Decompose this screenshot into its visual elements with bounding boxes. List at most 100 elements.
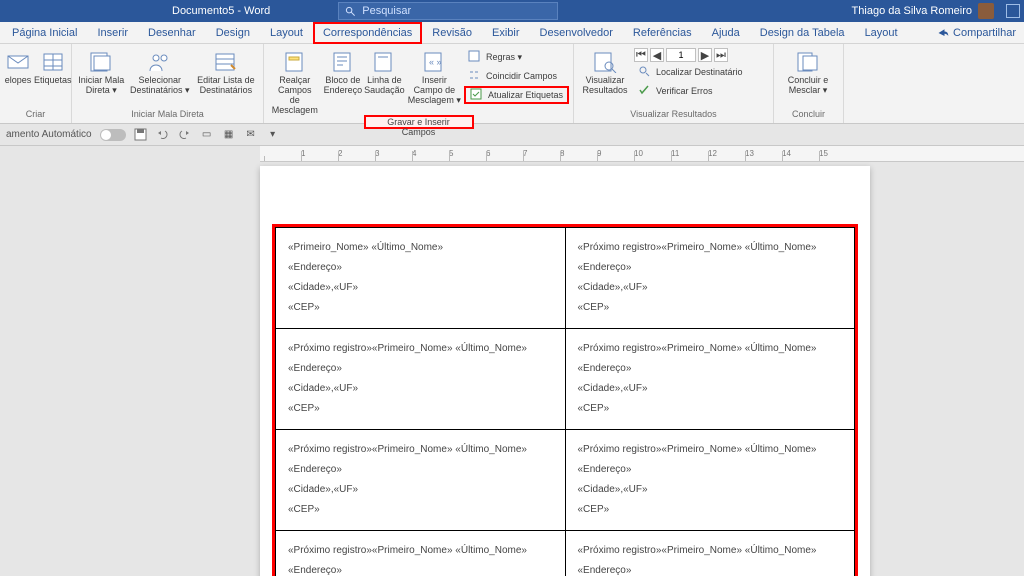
tab-revisao[interactable]: Revisão bbox=[422, 22, 482, 44]
tab-layout[interactable]: Layout bbox=[260, 22, 313, 44]
atualizar-etiquetas-button[interactable]: Atualizar Etiquetas bbox=[464, 86, 569, 104]
svg-text:« »: « » bbox=[429, 57, 442, 67]
merge-field-line: «CEP» bbox=[578, 500, 843, 520]
horizontal-ruler[interactable]: 123456789101112131415 bbox=[260, 146, 1024, 162]
merge-field-line: «Cidade»,«UF» bbox=[578, 379, 843, 399]
localizar-label: Localizar Destinatário bbox=[656, 67, 743, 77]
tab-pagina-inicial[interactable]: Página Inicial bbox=[2, 22, 87, 44]
bloco-endereco-button[interactable]: Bloco de Endereço bbox=[324, 46, 363, 95]
label-cell[interactable]: «Próximo registro»«Primeiro_Nome» «Últim… bbox=[565, 228, 855, 329]
group-criar-label: Criar bbox=[4, 109, 67, 123]
iniciar-mala-direta-button[interactable]: Iniciar Mala Direta ▾ bbox=[76, 46, 127, 95]
regras-label: Regras ▾ bbox=[486, 52, 522, 63]
label-cell[interactable]: «Próximo registro»«Primeiro_Nome» «Últim… bbox=[276, 430, 566, 531]
merge-field-line: «Cidade»,«UF» bbox=[578, 278, 843, 298]
realcar-label: Realçar Campos de Mesclagem bbox=[268, 75, 322, 115]
tab-referencias[interactable]: Referências bbox=[623, 22, 702, 44]
regras-button[interactable]: Regras ▾ bbox=[464, 48, 569, 66]
envelopes-button[interactable]: elopes bbox=[4, 46, 32, 85]
inserir-campo-button[interactable]: « » Inserir Campo de Mesclagem ▾ bbox=[407, 46, 462, 105]
merge-field-line: «Próximo registro»«Primeiro_Nome» «Últim… bbox=[288, 440, 553, 460]
merge-field-line: «CEP» bbox=[288, 298, 553, 318]
tab-desenvolvedor[interactable]: Desenvolvedor bbox=[530, 22, 623, 44]
label-cell[interactable]: «Próximo registro»«Primeiro_Nome» «Últim… bbox=[565, 430, 855, 531]
qat-print-icon[interactable]: ▭ bbox=[200, 128, 214, 142]
qat-dropdown-icon[interactable]: ▾ bbox=[266, 128, 280, 142]
tab-inserir[interactable]: Inserir bbox=[87, 22, 138, 44]
ribbon-tabs: Página Inicial Inserir Desenhar Design L… bbox=[0, 22, 1024, 44]
merge-field-line: «Endereço» bbox=[578, 561, 843, 576]
iniciar-label: Iniciar Mala Direta ▾ bbox=[78, 75, 124, 95]
visualizar-label: Visualizar Resultados bbox=[582, 75, 627, 95]
record-navigator: ⏮ ◀ ▶ ⏭ bbox=[634, 48, 747, 62]
record-number-input[interactable] bbox=[666, 48, 696, 62]
merge-field-line: «Cidade»,«UF» bbox=[288, 480, 553, 500]
tab-correspondencias[interactable]: Correspondências bbox=[313, 22, 422, 44]
avatar[interactable] bbox=[978, 3, 994, 19]
merge-field-line: «CEP» bbox=[578, 399, 843, 419]
group-iniciar-label: Iniciar Mala Direta bbox=[76, 109, 259, 123]
qat-table-icon[interactable]: ▦ bbox=[222, 128, 236, 142]
tab-ajuda[interactable]: Ajuda bbox=[702, 22, 750, 44]
ribbon: elopes Etiquetas Criar Iniciar Mala Dire… bbox=[0, 44, 1024, 124]
labels-highlight-box: «Primeiro_Nome» «Último_Nome» «Endereço»… bbox=[272, 224, 858, 576]
linha-label: Linha de Saudação bbox=[364, 75, 405, 95]
atualizar-label: Atualizar Etiquetas bbox=[488, 90, 563, 100]
next-record-button[interactable]: ▶ bbox=[698, 48, 712, 62]
concluir-mesclar-button[interactable]: Concluir e Mesclar ▾ bbox=[778, 46, 838, 95]
last-record-button[interactable]: ⏭ bbox=[714, 48, 728, 62]
tab-layout-tabela[interactable]: Layout bbox=[855, 22, 908, 44]
verificar-label: Verificar Erros bbox=[656, 86, 713, 96]
label-cell[interactable]: «Próximo registro»«Primeiro_Nome» «Últim… bbox=[276, 329, 566, 430]
document-page[interactable]: «Primeiro_Nome» «Último_Nome» «Endereço»… bbox=[260, 166, 870, 576]
share-icon bbox=[937, 27, 949, 39]
etiquetas-button[interactable]: Etiquetas bbox=[34, 46, 72, 85]
save-icon[interactable] bbox=[134, 128, 148, 142]
editar-lista-button[interactable]: Editar Lista de Destinatários bbox=[193, 46, 259, 95]
merge-field-line: «Endereço» bbox=[288, 258, 553, 278]
share-label: Compartilhar bbox=[953, 27, 1016, 39]
merge-field-line: «Endereço» bbox=[578, 359, 843, 379]
group-gravar-label: Gravar e Inserir Campos bbox=[364, 115, 474, 129]
ribbon-display-options-icon[interactable] bbox=[1006, 4, 1020, 18]
label-cell[interactable]: «Primeiro_Nome» «Último_Nome» «Endereço»… bbox=[276, 228, 566, 329]
tab-desenhar[interactable]: Desenhar bbox=[138, 22, 206, 44]
share-button[interactable]: Compartilhar bbox=[929, 27, 1024, 39]
visualizar-resultados-button[interactable]: Visualizar Resultados bbox=[578, 46, 632, 95]
merge-field-line: «Cidade»,«UF» bbox=[288, 379, 553, 399]
coincidir-campos-button[interactable]: Coincidir Campos bbox=[464, 67, 569, 85]
merge-field-line: «CEP» bbox=[578, 298, 843, 318]
label-cell[interactable]: «Próximo registro»«Primeiro_Nome» «Últim… bbox=[565, 531, 855, 576]
tab-exibir[interactable]: Exibir bbox=[482, 22, 530, 44]
selecionar-destinatarios-button[interactable]: Selecionar Destinatários ▾ bbox=[129, 46, 191, 95]
search-box[interactable]: Pesquisar bbox=[338, 2, 558, 20]
etiquetas-label: Etiquetas bbox=[34, 75, 72, 85]
inserir-label: Inserir Campo de Mesclagem ▾ bbox=[407, 75, 462, 105]
merge-field-line: «Endereço» bbox=[288, 561, 553, 576]
merge-field-line: «Cidade»,«UF» bbox=[288, 278, 553, 298]
selecionar-label: Selecionar Destinatários ▾ bbox=[130, 75, 190, 95]
linha-saudacao-button[interactable]: Linha de Saudação bbox=[364, 46, 405, 95]
merge-field-line: «Próximo registro»«Primeiro_Nome» «Últim… bbox=[578, 440, 843, 460]
qat-email-icon[interactable]: ✉ bbox=[244, 128, 258, 142]
editar-label: Editar Lista de Destinatários bbox=[197, 75, 255, 95]
merge-field-line: «Próximo registro»«Primeiro_Nome» «Últim… bbox=[288, 541, 553, 561]
label-cell[interactable]: «Próximo registro»«Primeiro_Nome» «Últim… bbox=[276, 531, 566, 576]
realcar-campos-button[interactable]: Realçar Campos de Mesclagem bbox=[268, 46, 322, 115]
label-cell[interactable]: «Próximo registro»«Primeiro_Nome» «Últim… bbox=[565, 329, 855, 430]
tab-design[interactable]: Design bbox=[206, 22, 260, 44]
undo-icon[interactable] bbox=[156, 128, 170, 142]
merge-field-line: «Endereço» bbox=[578, 258, 843, 278]
prev-record-button[interactable]: ◀ bbox=[650, 48, 664, 62]
redo-icon[interactable] bbox=[178, 128, 192, 142]
bloco-label: Bloco de Endereço bbox=[324, 75, 363, 95]
verificar-erros-button[interactable]: Verificar Erros bbox=[634, 82, 747, 100]
document-canvas: «Primeiro_Nome» «Último_Nome» «Endereço»… bbox=[0, 162, 1024, 576]
tab-design-tabela[interactable]: Design da Tabela bbox=[750, 22, 855, 44]
document-title: Documento5 - Word bbox=[172, 5, 270, 17]
localizar-destinatario-button[interactable]: Localizar Destinatário bbox=[634, 63, 747, 81]
merge-field-line: «Endereço» bbox=[288, 359, 553, 379]
autosave-toggle[interactable] bbox=[100, 129, 126, 141]
first-record-button[interactable]: ⏮ bbox=[634, 48, 648, 62]
search-icon bbox=[345, 6, 356, 17]
